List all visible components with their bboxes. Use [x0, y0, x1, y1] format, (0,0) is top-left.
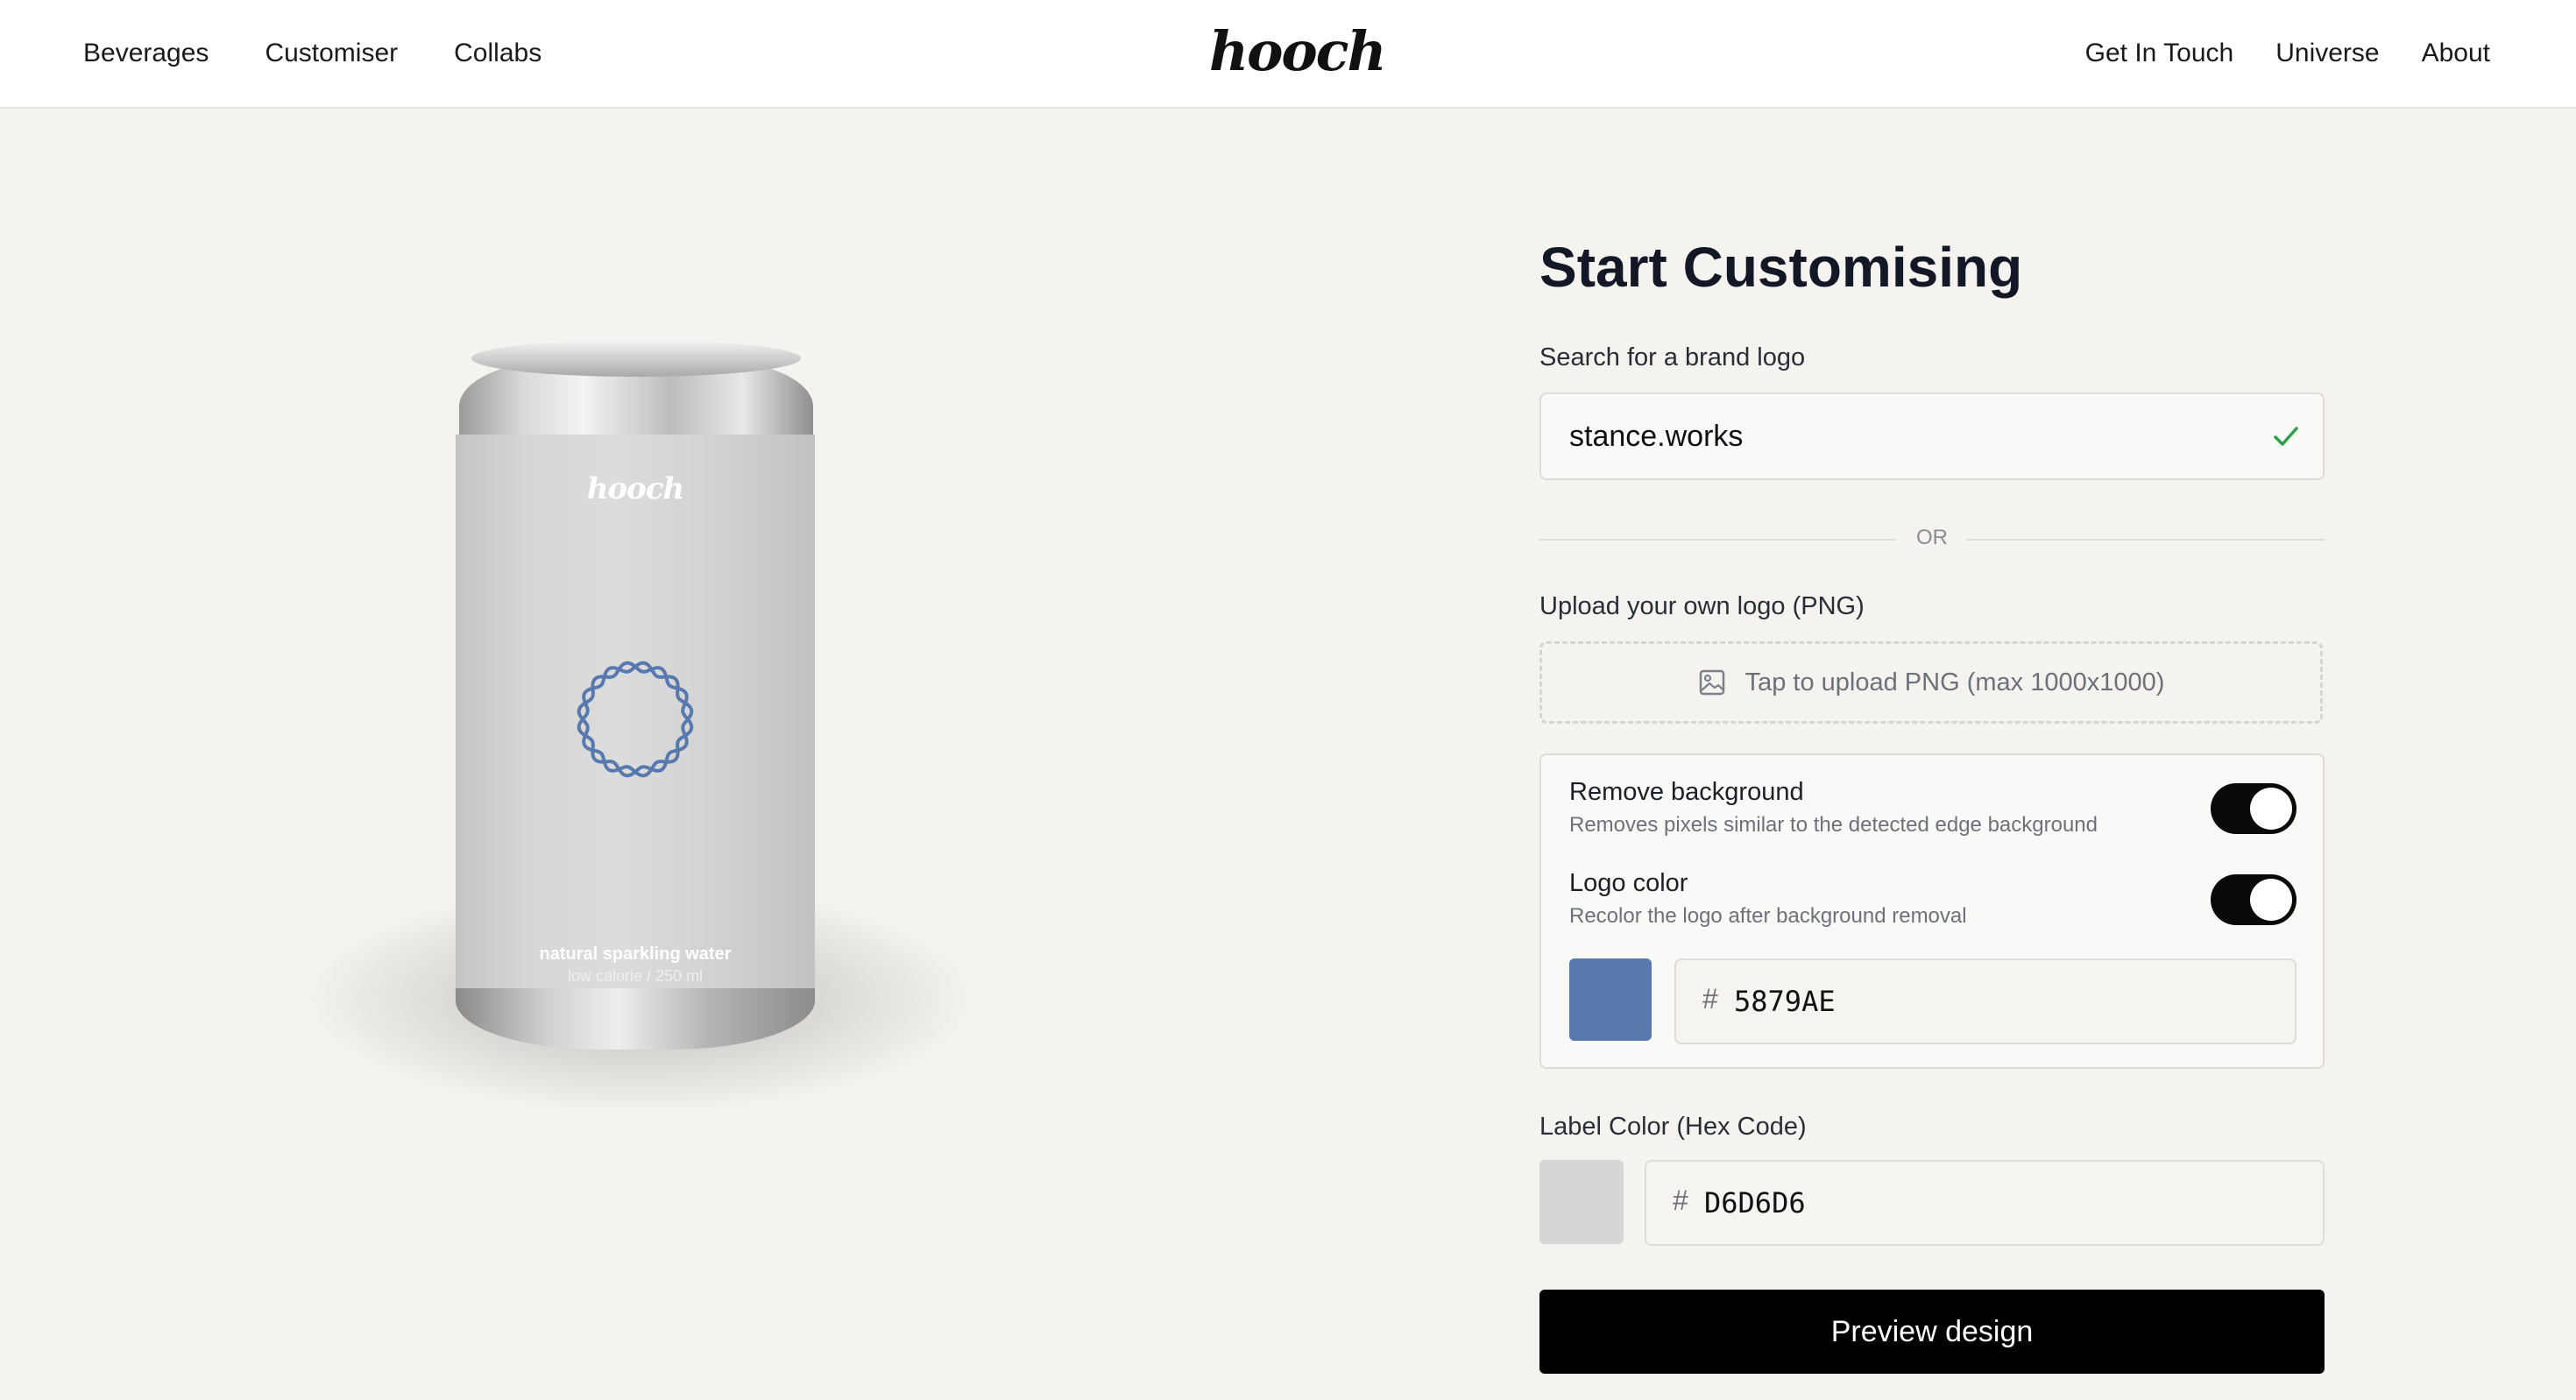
nav-about-link[interactable]: About — [2422, 39, 2490, 68]
can-brand-text: hooch — [586, 471, 685, 506]
remove-background-toggle[interactable] — [2211, 783, 2296, 834]
remove-background-title: Remove background — [1569, 778, 1804, 806]
primary-nav-right: Get In Touch Universe About — [2043, 0, 2490, 107]
label-hex-field: # — [1645, 1160, 2325, 1246]
top-navigation-bar: Beverages Customiser Collabs hooch Get I… — [0, 0, 2576, 109]
label-hex-input[interactable] — [1704, 1162, 2142, 1244]
logo-color-title: Logo color — [1569, 869, 1688, 897]
custom-logo-ring-icon — [577, 661, 694, 778]
image-icon — [1699, 669, 1724, 696]
hash-symbol: # — [1702, 983, 1718, 1015]
or-divider: OR — [1539, 526, 2325, 552]
preview-design-button[interactable]: Preview design — [1539, 1290, 2325, 1374]
nav-universe-link[interactable]: Universe — [2275, 39, 2379, 68]
hash-symbol: # — [1673, 1184, 1688, 1216]
nav-customiser-link[interactable]: Customiser — [265, 39, 398, 68]
or-text: OR — [1916, 526, 1948, 549]
can-base — [456, 988, 815, 1050]
primary-nav-left: Beverages Customiser Collabs — [83, 0, 598, 107]
remove-background-description: Removes pixels similar to the detected e… — [1569, 813, 2098, 837]
divider-line-right — [1967, 539, 2325, 541]
search-logo-field — [1539, 392, 2325, 480]
upload-dropzone-content: Tap to upload PNG (max 1000x1000) — [1542, 644, 2320, 721]
label-color-swatch[interactable] — [1539, 1160, 1624, 1244]
logo-color-swatch[interactable] — [1569, 958, 1652, 1041]
logo-hex-input[interactable] — [1734, 960, 2172, 1043]
brand-logo[interactable]: hooch — [1209, 19, 1387, 83]
upload-logo-label: Upload your own logo (PNG) — [1539, 592, 1865, 620]
nav-beverages-link[interactable]: Beverages — [83, 39, 209, 68]
upload-logo-dropzone[interactable]: Tap to upload PNG (max 1000x1000) — [1539, 641, 2323, 724]
logo-options-panel: Remove background Removes pixels similar… — [1539, 753, 2325, 1069]
can-lid — [471, 340, 801, 377]
nav-get-in-touch-link[interactable]: Get In Touch — [2085, 39, 2234, 68]
check-icon — [2274, 427, 2298, 446]
toggle-knob — [2250, 788, 2292, 830]
search-logo-label: Search for a brand logo — [1539, 343, 1806, 371]
can-tagline: natural sparkling water — [539, 944, 732, 964]
logo-color-description: Recolor the logo after background remova… — [1569, 904, 1967, 928]
can-mockup: hooch natural sparkling water low calori… — [456, 340, 815, 1076]
upload-dropzone-text: Tap to upload PNG (max 1000x1000) — [1744, 668, 2165, 696]
can-preview: hooch natural sparkling water low calori… — [245, 324, 1034, 1200]
logo-color-toggle[interactable] — [2211, 874, 2296, 925]
label-color-label: Label Color (Hex Code) — [1539, 1113, 1807, 1141]
toggle-knob — [2250, 879, 2292, 921]
nav-collabs-link[interactable]: Collabs — [454, 39, 541, 68]
can-subtagline: low calorie / 250 ml — [567, 967, 704, 985]
page-title: Start Customising — [1539, 236, 2023, 299]
logo-hex-field: # — [1674, 958, 2296, 1044]
search-logo-input[interactable] — [1569, 394, 2253, 478]
